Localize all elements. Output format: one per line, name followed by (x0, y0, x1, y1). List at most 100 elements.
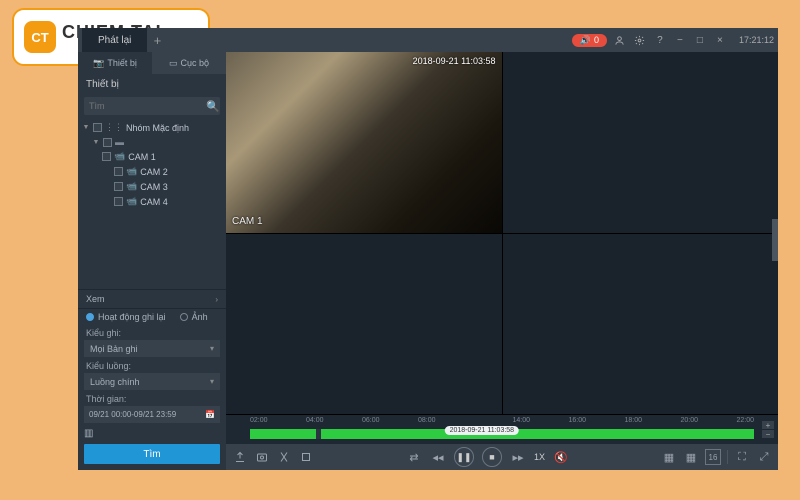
clip-icon[interactable] (276, 449, 292, 465)
nvr-icon: ▬ (115, 137, 124, 147)
app-window: Phát lại + 🔊 0 ? − □ × 17:21:12 📷 Thiết … (78, 28, 778, 470)
add-tab-button[interactable]: + (147, 33, 167, 48)
minimize-button[interactable]: − (673, 33, 687, 47)
tree-group[interactable]: ▼ ⋮⋮ Nhóm Mặc định (78, 120, 226, 135)
checkbox[interactable] (114, 167, 123, 176)
group-icon: ⋮⋮ (105, 122, 123, 133)
user-icon[interactable] (613, 33, 627, 47)
snapshot-icon[interactable] (254, 449, 270, 465)
find-button[interactable]: Tìm (84, 444, 220, 464)
layout-4-icon[interactable]: ▦ (683, 449, 699, 465)
timeline-zoom-in[interactable]: + (762, 421, 774, 429)
export-icon[interactable] (232, 449, 248, 465)
video-cell-3[interactable] (226, 234, 502, 415)
help-icon[interactable]: ? (653, 33, 667, 47)
tree-cam-3[interactable]: 📹 CAM 3 (78, 179, 226, 194)
side-panel-toggle[interactable] (772, 219, 778, 261)
time-range-value: 09/21 00:00-09/21 23:59 (89, 410, 176, 419)
record-type-select[interactable]: Mọi Bản ghi ▾ (84, 340, 220, 357)
timeline-segment (250, 429, 316, 439)
time-range-label: Thời gian: (78, 391, 226, 405)
clock: 17:21:12 (739, 35, 774, 45)
rewind-button[interactable]: ◂◂ (430, 449, 446, 465)
chevron-right-icon: › (215, 295, 218, 304)
stream-type-select[interactable]: Luồng chính ▾ (84, 373, 220, 390)
content-area: 2018-09-21 11:03:58 CAM 1 02:00 04:00 06… (226, 52, 778, 470)
search-input[interactable] (89, 101, 206, 111)
timeline-segment (321, 429, 754, 439)
checkbox[interactable] (114, 197, 123, 206)
caret-down-icon: ▼ (92, 139, 100, 146)
tree-group-label: Nhóm Mặc định (126, 123, 189, 133)
timeline-zoom-out[interactable]: − (762, 430, 774, 438)
view-label: Xem (86, 294, 105, 304)
tick-label: 16:00 (568, 417, 586, 427)
tree-cam-4[interactable]: 📹 CAM 4 (78, 194, 226, 209)
checkbox[interactable] (103, 138, 112, 147)
video-cell-2[interactable] (503, 52, 779, 233)
forward-button[interactable]: ▸▸ (510, 449, 526, 465)
camera-icon: 📹 (114, 151, 125, 162)
device-tree: ▼ ⋮⋮ Nhóm Mặc định ▼ ▬ 📹 CAM 1 (78, 117, 226, 289)
tick-label: 08:00 (418, 417, 436, 427)
stop-button[interactable]: ■ (482, 447, 502, 467)
tick-label: 02:00 (250, 417, 268, 427)
video-timestamp: 2018-09-21 11:03:58 (413, 56, 496, 66)
playback-toolbar: ⇄ ◂◂ ❚❚ ■ ▸▸ 1X 🔇 ▦ ▦ 16 ⛶ ⤢ (226, 444, 778, 470)
calendar-toggle[interactable]: ▥ (84, 426, 220, 440)
layout-16-icon[interactable]: 16 (705, 449, 721, 465)
search-icon: 🔍 (206, 100, 220, 113)
video-cell-4[interactable] (503, 234, 779, 415)
tick-label: 04:00 (306, 417, 324, 427)
radio-image[interactable] (180, 313, 188, 321)
sidebar-tab-local-label: Cục bộ (180, 58, 209, 68)
stream-type-value: Luồng chính (90, 377, 140, 387)
stream-type-label: Kiểu luồng: (78, 358, 226, 372)
time-range-input[interactable]: 09/21 00:00-09/21 23:59 📅 (84, 406, 220, 423)
tree-cam-2[interactable]: 📹 CAM 2 (78, 164, 226, 179)
sidebar-tab-device-label: Thiết bị (107, 58, 137, 68)
tree-device[interactable]: ▼ ▬ (78, 135, 226, 149)
sync-play-icon[interactable]: ⇄ (406, 449, 422, 465)
timeline[interactable]: 02:00 04:00 06:00 08:00 14:00 16:00 18:0… (226, 414, 778, 444)
sidebar-tab-local[interactable]: ▭ Cục bộ (152, 52, 226, 74)
chevron-down-icon: ▾ (210, 377, 214, 386)
device-icon: 📷 (93, 58, 104, 69)
tree-cam-1[interactable]: 📹 CAM 1 (78, 149, 226, 164)
fullscreen-icon[interactable]: ⛶ (734, 449, 750, 465)
timeline-playhead-bubble: 2018-09-21 11:03:58 (445, 426, 519, 435)
sidebar-tab-device[interactable]: 📷 Thiết bị (78, 52, 152, 74)
sidebar-header: Thiết bị (78, 74, 226, 95)
checkbox[interactable] (102, 152, 111, 161)
tab-playback-label: Phát lại (98, 35, 131, 46)
pause-button[interactable]: ❚❚ (454, 447, 474, 467)
notification-badge[interactable]: 🔊 0 (572, 34, 607, 47)
maximize-button[interactable]: □ (693, 33, 707, 47)
stretch-icon[interactable]: ⤢ (756, 449, 772, 465)
crop-icon[interactable] (298, 449, 314, 465)
playback-speed[interactable]: 1X (534, 452, 545, 462)
camera-icon: 📹 (126, 196, 137, 207)
calendar-collapse-icon: ▥ (84, 428, 93, 439)
layout-1-icon[interactable]: ▦ (661, 449, 677, 465)
caret-down-icon: ▼ (82, 124, 90, 131)
search-box[interactable]: 🔍 (84, 97, 220, 115)
video-cell-1[interactable]: 2018-09-21 11:03:58 CAM 1 (226, 52, 502, 233)
settings-icon[interactable] (633, 33, 647, 47)
video-grid: 2018-09-21 11:03:58 CAM 1 (226, 52, 778, 414)
folder-icon: ▭ (169, 58, 178, 69)
timeline-track[interactable]: 2018-09-21 11:03:58 (250, 429, 754, 439)
checkbox[interactable] (114, 182, 123, 191)
find-button-label: Tìm (143, 449, 160, 460)
mute-icon[interactable]: 🔇 (553, 449, 569, 465)
calendar-icon: 📅 (205, 410, 215, 419)
view-section-header[interactable]: Xem › (78, 290, 226, 308)
close-button[interactable]: × (713, 33, 727, 47)
radio-recording[interactable] (86, 313, 94, 321)
separator (727, 450, 728, 464)
checkbox[interactable] (93, 123, 102, 132)
radio-image-label: Ảnh (192, 312, 208, 322)
tab-playback[interactable]: Phát lại (82, 28, 147, 52)
tick-label: 22:00 (736, 417, 754, 427)
volume-icon: 🔊 (580, 35, 591, 46)
